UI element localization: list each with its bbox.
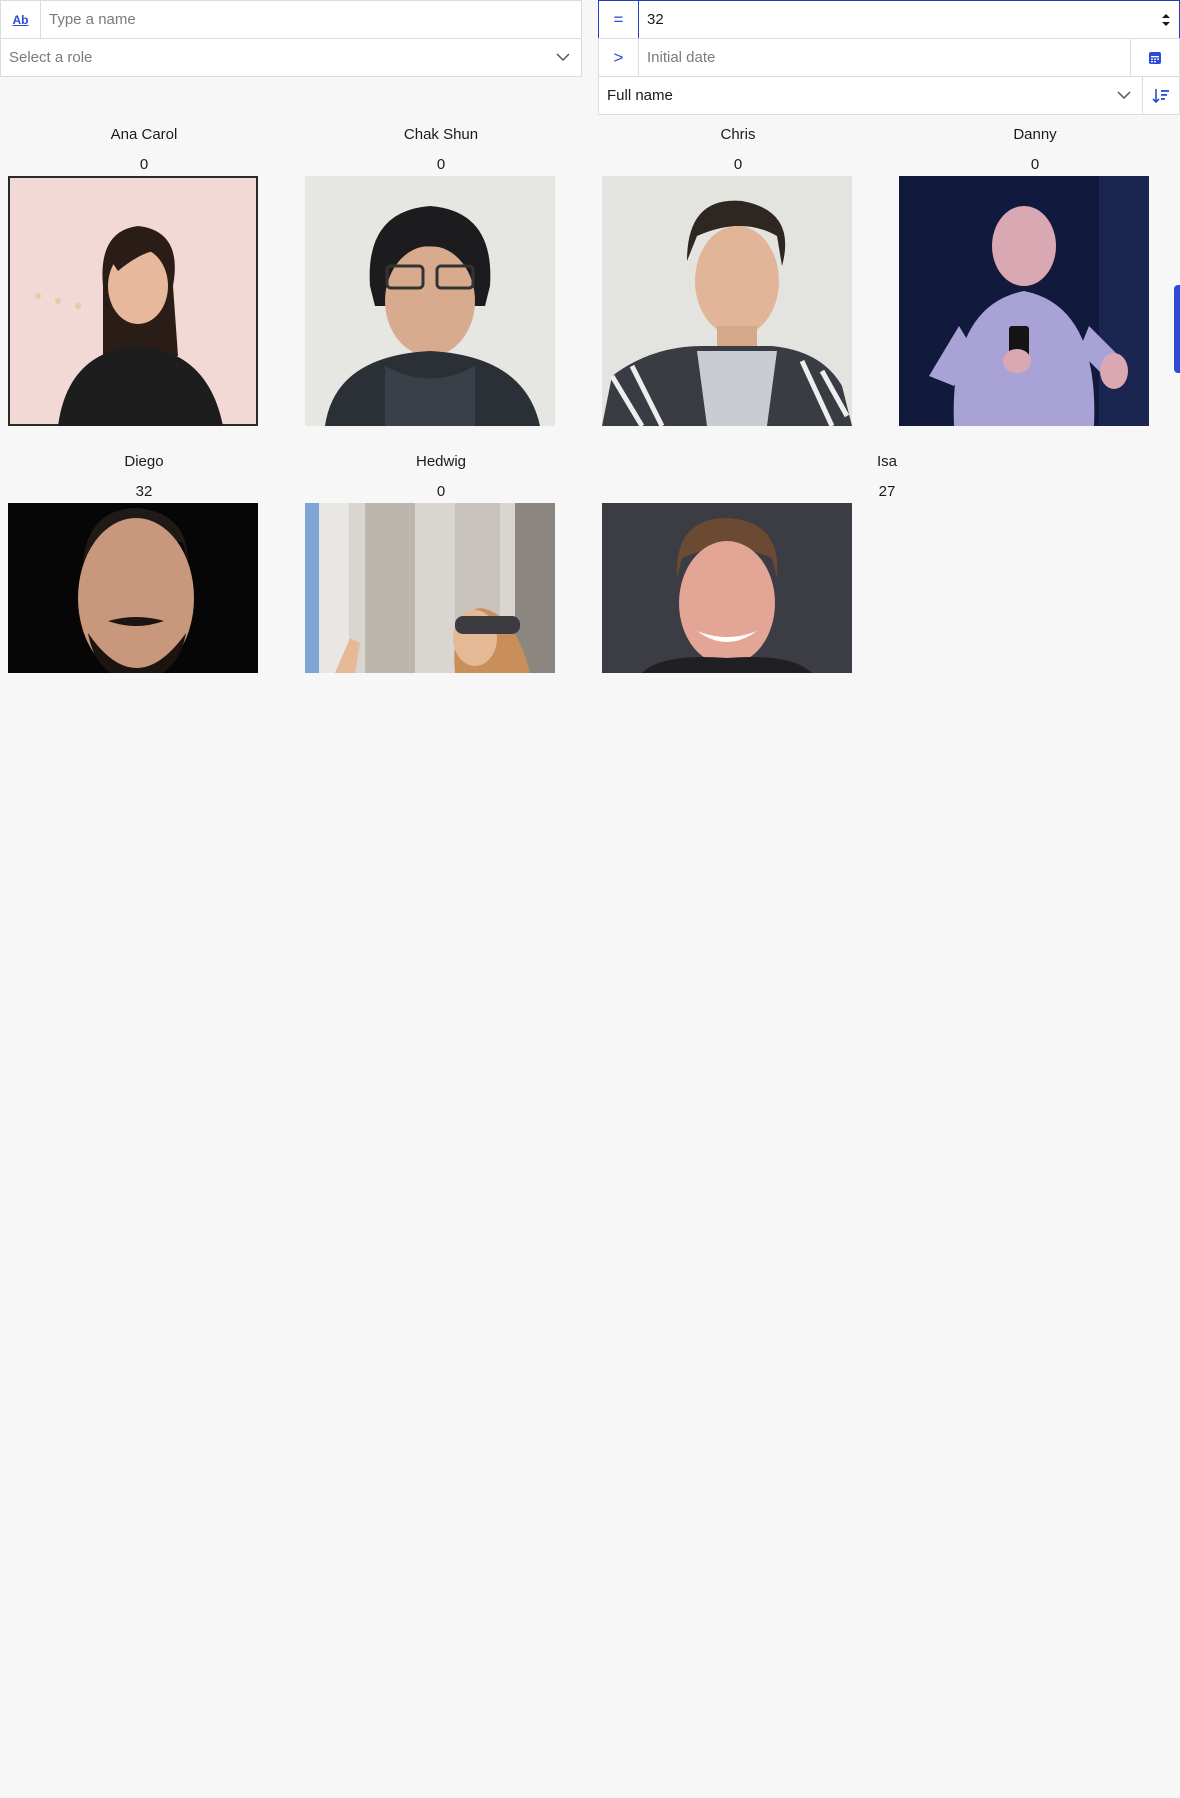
person-photo[interactable] [602,176,852,426]
person-name: Hedwig [415,453,467,470]
operator-equals-button[interactable]: = [599,1,639,38]
operator-equals-label: = [613,9,624,29]
person-photo[interactable] [305,176,555,426]
person-photo[interactable] [899,176,1149,426]
person-value: 0 [1030,156,1040,173]
side-scroll-tab[interactable] [1174,285,1180,373]
number-input-value: 32 [647,11,664,28]
operator-greater-label: > [613,47,624,67]
person-photo[interactable] [305,503,555,673]
person-value: 27 [878,483,896,500]
role-select[interactable]: Select a role [0,38,582,77]
name-input-placeholder: Type a name [49,11,136,28]
date-filter[interactable]: > Initial date [598,38,1180,77]
person-photo[interactable] [602,503,852,673]
sort-select[interactable]: Full name [598,76,1180,115]
calendar-icon[interactable] [1131,39,1179,76]
person-value: 0 [733,156,743,173]
text-type-icon: Ab [1,1,41,38]
person-value: 0 [139,156,149,173]
chevron-down-icon[interactable] [1106,91,1142,100]
person-name: Chak Shun [403,126,479,143]
person-value: 0 [436,156,446,173]
person-name: Chris [720,126,756,143]
person-name: Diego [124,453,164,470]
person-name: Isa [876,453,897,470]
number-input[interactable]: 32 [639,1,1153,38]
person-name: Ana Carol [110,126,178,143]
sort-descending-icon[interactable] [1143,77,1179,114]
person-value: 0 [436,483,446,500]
person-value: 32 [135,483,153,500]
chevron-down-icon[interactable] [545,39,581,76]
role-select-value[interactable]: Select a role [1,39,545,76]
person-photo[interactable] [8,503,258,673]
sort-field-value[interactable]: Full name [599,77,1143,114]
date-input-placeholder: Initial date [647,49,716,66]
number-filter[interactable]: = 32 [598,0,1180,39]
date-input[interactable]: Initial date [639,39,1131,76]
operator-greater-button[interactable]: > [599,39,639,76]
person-photo[interactable] [8,176,258,426]
sort-field-label: Full name [607,87,673,104]
role-select-placeholder: Select a role [9,49,93,66]
stepper-arrows-icon[interactable] [1153,1,1179,38]
name-addon-label: Ab [12,12,29,27]
name-input[interactable]: Type a name [41,1,581,38]
person-name: Danny [1013,126,1057,143]
name-filter[interactable]: Ab Type a name [0,0,582,39]
